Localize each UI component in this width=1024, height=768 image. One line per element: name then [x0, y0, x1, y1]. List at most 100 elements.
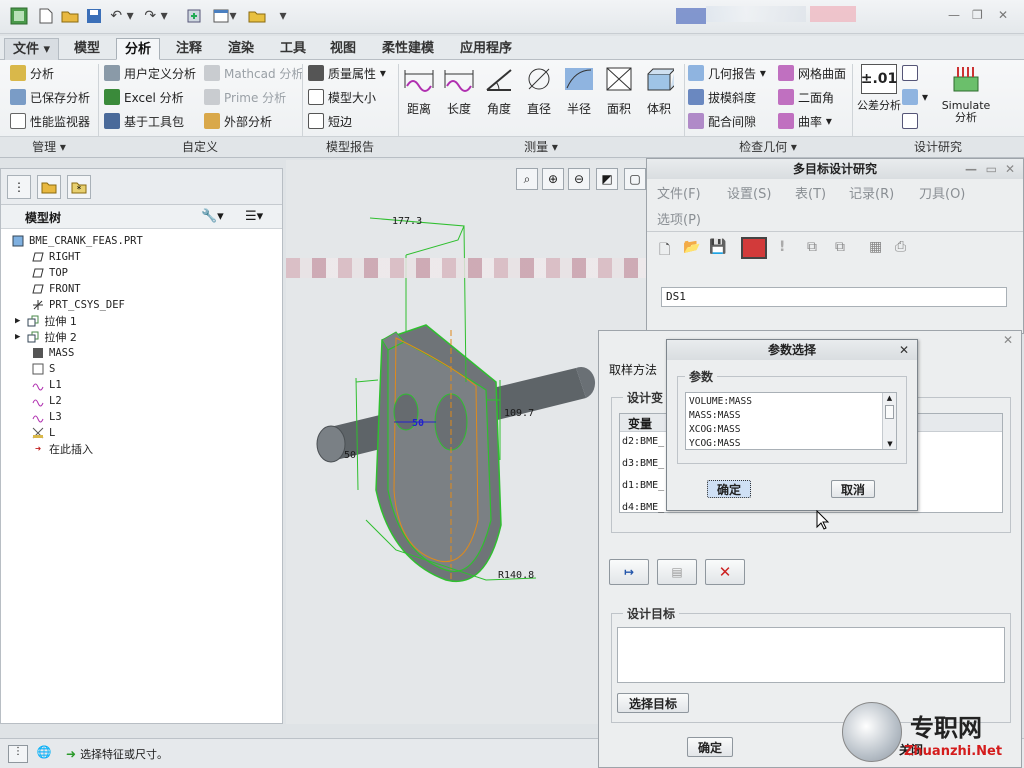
- new-file-icon[interactable]: [36, 6, 56, 26]
- tab-annotate[interactable]: 注释: [168, 38, 210, 60]
- open-icon[interactable]: 📂: [683, 239, 700, 255]
- list-scrollbar[interactable]: ▲ ▼: [882, 393, 896, 449]
- mesh-surface-button[interactable]: 网格曲面: [778, 62, 846, 84]
- table-icon[interactable]: [741, 237, 767, 259]
- windows-icon[interactable]: ▾: [208, 6, 242, 26]
- tree-item-right[interactable]: RIGHT: [31, 249, 81, 265]
- simulate-analysis-button[interactable]: Simulate 分析: [940, 64, 992, 124]
- list-item[interactable]: MASS:MASS: [689, 409, 740, 423]
- menu-record[interactable]: 记录(R): [849, 183, 894, 202]
- user-defined-analysis-button[interactable]: 用户定义分析: [104, 62, 196, 84]
- prime-analysis-button[interactable]: Prime 分析: [204, 86, 286, 108]
- tab-file[interactable]: 文件 ▾: [4, 38, 60, 60]
- favorites-tab-icon[interactable]: *: [67, 175, 91, 199]
- repaint-icon[interactable]: ◩: [596, 168, 618, 190]
- mass-properties-button[interactable]: 质量属性 ▾: [308, 62, 386, 84]
- ok-button[interactable]: 确定: [707, 480, 751, 498]
- curvature-button[interactable]: 曲率 ▾: [778, 110, 832, 132]
- expand-arrow-icon[interactable]: ▶: [15, 332, 20, 342]
- scroll-thumb[interactable]: [885, 405, 894, 419]
- tree-item-l2[interactable]: L2: [31, 393, 62, 409]
- list-item[interactable]: YCOG:MASS: [689, 437, 740, 449]
- tab-analysis[interactable]: 分析: [116, 38, 161, 60]
- radius-button[interactable]: 半径: [560, 64, 598, 117]
- restore-icon[interactable]: ❐: [972, 8, 983, 22]
- menu-tools[interactable]: 刀具(O): [919, 183, 965, 202]
- tree-show-icon[interactable]: ☰▾: [245, 209, 263, 224]
- model-tree-tab-icon[interactable]: ⋮: [7, 175, 31, 199]
- clearance-button[interactable]: 配合间隙: [688, 110, 756, 132]
- tab-view[interactable]: 视图: [322, 38, 364, 60]
- display-style-icon[interactable]: ▢: [624, 168, 646, 190]
- navigator-toggle-icon[interactable]: ⋮: [8, 745, 28, 763]
- diameter-button[interactable]: 直径: [520, 64, 558, 117]
- copy-icon[interactable]: ⧉: [807, 239, 817, 255]
- study-name-input[interactable]: DS1: [661, 287, 1007, 307]
- saved-analysis-button[interactable]: 已保存分析: [10, 86, 90, 108]
- duplicate-icon[interactable]: ⧉: [835, 239, 845, 255]
- tree-item-top[interactable]: TOP: [31, 265, 68, 281]
- minimize-icon[interactable]: —: [965, 159, 977, 179]
- short-edge-button[interactable]: 短边: [308, 110, 352, 132]
- cancel-button[interactable]: 取消: [831, 480, 875, 498]
- select-dimension-button[interactable]: ↦: [609, 559, 649, 585]
- tree-item-part[interactable]: BME_CRANK_FEAS.PRT: [11, 233, 143, 249]
- length-button[interactable]: 长度: [440, 64, 478, 117]
- feasibility-button[interactable]: ▾: [902, 86, 928, 108]
- graphics-viewport[interactable]: 177.3 50 109.7 R140.8 50: [286, 160, 706, 724]
- tree-item-l3[interactable]: L3: [31, 409, 62, 425]
- tab-flexible-modeling[interactable]: 柔性建模: [374, 38, 442, 60]
- table-row[interactable]: d2:BME_: [622, 436, 664, 447]
- table-row[interactable]: d3:BME_: [622, 458, 664, 469]
- tree-item-extrude-1[interactable]: ▶ 拉伸 1: [15, 313, 77, 329]
- tree-item-extrude-2[interactable]: ▶ 拉伸 2: [15, 329, 77, 345]
- tree-item-s[interactable]: S: [31, 361, 55, 377]
- list-item[interactable]: XCOG:MASS: [689, 423, 740, 437]
- optimization-button[interactable]: [902, 110, 922, 132]
- chart-icon[interactable]: ▦: [869, 239, 882, 255]
- group-measure[interactable]: 测量 ▾: [398, 138, 684, 156]
- maximize-icon[interactable]: ▭: [986, 159, 997, 179]
- menu-settings[interactable]: 设置(S): [727, 183, 771, 202]
- draft-button[interactable]: 拔模斜度: [688, 86, 756, 108]
- group-manage[interactable]: 管理 ▾: [0, 138, 98, 156]
- dihedral-angle-button[interactable]: 二面角: [778, 86, 834, 108]
- browser-toggle-icon[interactable]: 🌐: [34, 745, 54, 763]
- mathcad-analysis-button[interactable]: Mathcad 分析: [204, 62, 303, 84]
- tree-item-front[interactable]: FRONT: [31, 281, 81, 297]
- zoom-out-icon[interactable]: ⊖: [568, 168, 590, 190]
- close-window-icon[interactable]: [246, 6, 268, 26]
- dimension-label[interactable]: 50: [412, 418, 424, 429]
- close-icon[interactable]: ✕: [1003, 333, 1013, 347]
- tree-item-mass[interactable]: MASS: [31, 345, 74, 361]
- group-inspect-geometry[interactable]: 检查几何 ▾: [684, 138, 852, 156]
- tab-render[interactable]: 渲染: [220, 38, 262, 60]
- undo-icon[interactable]: ↶ ▾: [108, 6, 136, 26]
- table-row[interactable]: d1:BME_: [622, 480, 664, 491]
- dimension-label[interactable]: R140.8: [498, 570, 534, 581]
- sensitivity-button[interactable]: [902, 62, 922, 84]
- external-analysis-button[interactable]: 外部分析: [204, 110, 272, 132]
- tree-item-l[interactable]: L: [31, 425, 55, 441]
- save-icon[interactable]: 💾: [709, 239, 726, 255]
- edit-variable-button[interactable]: ▤: [657, 559, 697, 585]
- menu-table[interactable]: 表(T): [795, 183, 826, 202]
- tree-item-insert-here[interactable]: ➜ 在此插入: [31, 441, 93, 457]
- performance-monitor-button[interactable]: 性能监视器: [10, 110, 90, 132]
- menu-file[interactable]: 文件(F): [657, 183, 701, 202]
- excel-analysis-button[interactable]: Excel 分析: [104, 86, 184, 108]
- regenerate-icon[interactable]: [184, 6, 204, 26]
- dimension-label[interactable]: 50: [344, 450, 356, 461]
- open-folder-icon[interactable]: [60, 6, 80, 26]
- close-icon[interactable]: ✕: [899, 340, 909, 360]
- close-icon[interactable]: ✕: [998, 8, 1008, 22]
- print-icon[interactable]: ⎙: [895, 239, 906, 255]
- analysis-button[interactable]: 分析: [10, 62, 54, 84]
- tree-item-csys[interactable]: PRT_CSYS_DEF: [31, 297, 125, 313]
- list-item[interactable]: VOLUME:MASS: [689, 395, 752, 409]
- parameter-list[interactable]: VOLUME:MASS MASS:MASS XCOG:MASS YCOG:MAS…: [685, 392, 897, 450]
- zoom-in-icon[interactable]: ⊕: [542, 168, 564, 190]
- geometry-report-button[interactable]: 几何报告 ▾: [688, 62, 766, 84]
- close-icon[interactable]: ✕: [1005, 159, 1015, 179]
- redo-icon[interactable]: ↷ ▾: [142, 6, 170, 26]
